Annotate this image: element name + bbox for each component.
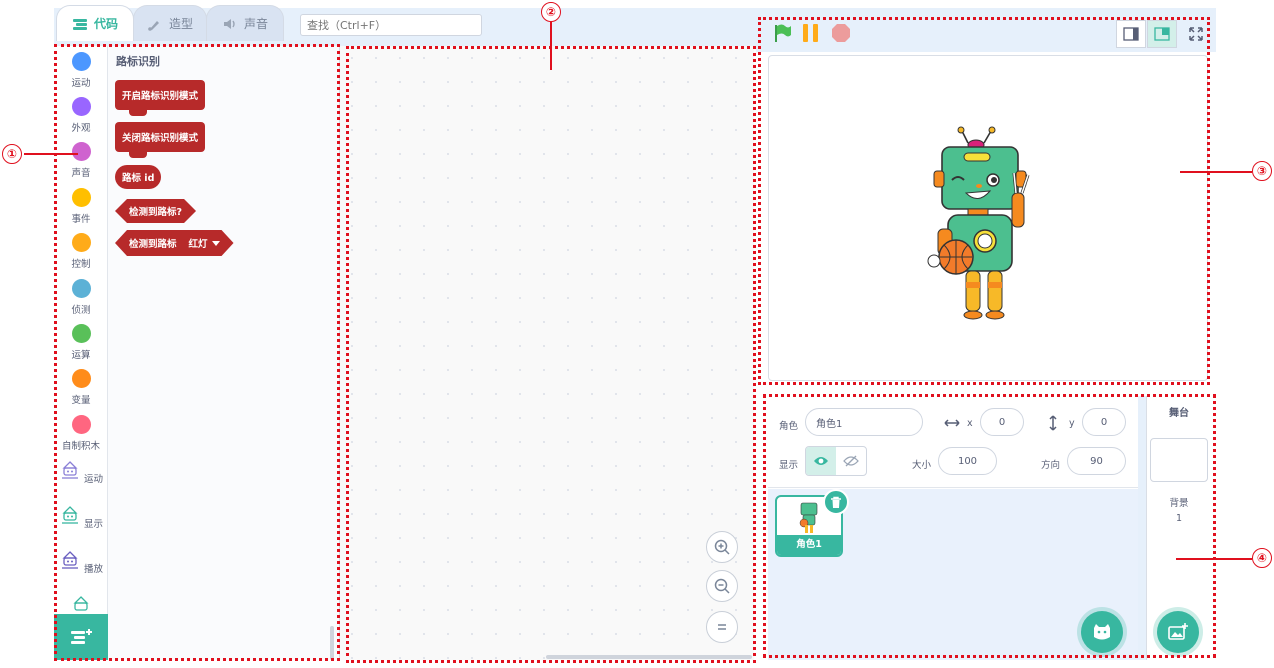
- annotation-line-3: [1180, 171, 1252, 173]
- speaker-icon: [223, 18, 235, 29]
- tab-code-label: 代码: [93, 17, 118, 31]
- brush-icon: [148, 20, 159, 31]
- annotation-line-2: [550, 22, 552, 70]
- annotation-box-3: [758, 17, 1210, 385]
- code-icon: [72, 18, 87, 30]
- annotation-label-4: ④: [1252, 548, 1272, 568]
- annotation-box-4: [763, 394, 1216, 658]
- tab-costume[interactable]: 造型: [133, 5, 207, 41]
- tab-sound-label: 声音: [243, 17, 268, 31]
- app-window: 造型 声音 代码 运动 外观 声音 事件 控制: [0, 0, 1274, 668]
- tab-costume-label: 造型: [168, 17, 193, 31]
- annotation-line-4: [1176, 558, 1252, 560]
- annotation-box-2: [346, 46, 756, 663]
- tab-code[interactable]: 代码: [56, 5, 134, 41]
- annotation-line-1: [24, 153, 78, 155]
- annotation-box-1: [54, 44, 340, 661]
- annotation-label-2: ②: [541, 2, 561, 22]
- annotation-label-1: ①: [2, 144, 22, 164]
- search-input[interactable]: [300, 14, 482, 36]
- tab-sound[interactable]: 声音: [206, 5, 284, 41]
- annotation-label-3: ③: [1252, 161, 1272, 181]
